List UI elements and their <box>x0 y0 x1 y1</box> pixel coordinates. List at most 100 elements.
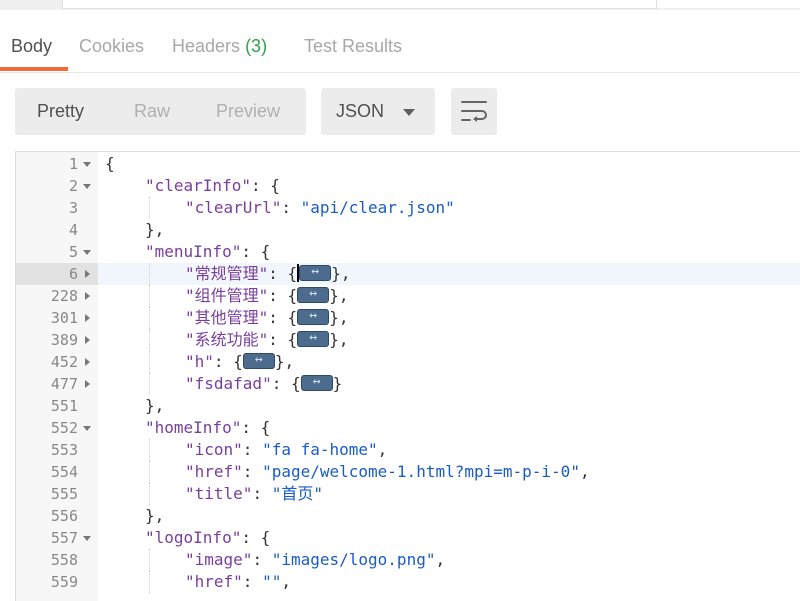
line-number: 551 <box>50 397 78 415</box>
json-punct: } <box>332 374 343 393</box>
code-text: }, <box>98 395 800 417</box>
collapsed-block-icon[interactable] <box>299 262 332 282</box>
fold-expanded-icon[interactable] <box>83 184 91 189</box>
json-punct: : { <box>268 330 298 349</box>
code-text: "h": {}, <box>98 350 800 373</box>
pretty-button[interactable]: Pretty <box>37 101 84 122</box>
line-number: 3 <box>68 199 78 217</box>
code-text: "fsdafad": {} <box>98 372 800 395</box>
line-number: 4 <box>68 221 78 239</box>
wrap-lines-icon <box>461 101 487 122</box>
view-mode-group: Pretty Raw Preview <box>15 88 306 135</box>
json-punct: }, <box>145 220 165 239</box>
headers-count-badge: (3) <box>245 36 268 56</box>
line-gutter-cell: 228 <box>16 285 98 307</box>
code-content: "logoInfo": { <box>145 528 270 547</box>
line-number: 228 <box>50 287 78 305</box>
json-key: "fsdafad" <box>185 374 272 393</box>
tab-body[interactable]: Body <box>11 36 52 57</box>
fold-collapsed-icon[interactable] <box>85 336 90 344</box>
line-number: 389 <box>50 331 78 349</box>
line-gutter-cell: 558 <box>16 549 98 571</box>
json-key: "image" <box>185 550 253 569</box>
code-line: 552 "homeInfo": { <box>16 417 800 439</box>
code-content: "常规管理": {}, <box>185 262 351 283</box>
collapsed-block-icon[interactable] <box>242 350 275 370</box>
format-select[interactable]: JSON <box>321 88 435 135</box>
code-text: "menuInfo": { <box>98 241 800 263</box>
json-key: "logoInfo" <box>145 528 242 547</box>
format-select-value: JSON <box>336 101 385 121</box>
json-key: "href" <box>185 462 243 481</box>
line-number: 452 <box>50 353 78 371</box>
code-content: "homeInfo": { <box>145 418 270 437</box>
fold-collapsed-icon[interactable] <box>85 292 90 300</box>
indent-guide <box>149 263 150 285</box>
code-text: "logoInfo": { <box>98 527 800 549</box>
code-text: "clearUrl": "api/clear.json" <box>98 197 800 219</box>
json-punct: }, <box>331 264 351 283</box>
json-punct: : { <box>241 528 271 547</box>
fold-collapsed-icon[interactable] <box>85 314 90 322</box>
fold-collapsed-icon[interactable] <box>85 380 90 388</box>
code-line: 551}, <box>16 395 800 417</box>
line-gutter-cell: 1 <box>16 153 98 175</box>
line-gutter-cell: 553 <box>16 439 98 461</box>
line-number: 1 <box>68 155 78 173</box>
code-line: 6 "常规管理": {}, <box>16 262 800 285</box>
json-punct: : { <box>250 176 280 195</box>
raw-button[interactable]: Raw <box>134 101 170 122</box>
tab-cookies[interactable]: Cookies <box>79 36 144 57</box>
indent-guide <box>149 439 150 461</box>
code-content: "h": {}, <box>185 350 294 371</box>
json-string: "page/welcome-1.html?mpi=m-p-i-0" <box>262 462 580 481</box>
fold-collapsed-icon[interactable] <box>85 358 90 366</box>
json-key: "其他管理" <box>185 308 269 327</box>
collapsed-block-icon[interactable] <box>297 306 330 326</box>
fold-expanded-icon[interactable] <box>83 250 91 255</box>
json-punct: }, <box>329 330 349 349</box>
code-text: "icon": "fa fa-home", <box>98 439 800 461</box>
fold-collapsed-icon[interactable] <box>85 270 90 278</box>
line-number: 5 <box>68 243 78 261</box>
response-body-editor[interactable]: 1{2 "clearInfo": {3 "clearUrl": "api/clear… <box>15 151 800 601</box>
line-gutter-cell: 477 <box>16 373 98 395</box>
collapsed-block-icon[interactable] <box>297 328 330 348</box>
code-text: "组件管理": {}, <box>98 284 800 307</box>
tab-test-results[interactable]: Test Results <box>304 36 402 57</box>
tab-headers[interactable]: Headers (3) <box>172 36 267 57</box>
wrap-lines-button[interactable] <box>451 88 497 135</box>
code-text: "系统功能": {}, <box>98 328 800 351</box>
fold-expanded-icon[interactable] <box>83 426 91 431</box>
json-punct: }, <box>145 506 165 525</box>
collapsed-block-icon[interactable] <box>297 284 330 304</box>
code-line: 554 "href": "page/welcome-1.html?mpi=m-p-… <box>16 461 800 483</box>
send-button-edge[interactable] <box>656 0 800 8</box>
collapsed-block-icon[interactable] <box>300 372 333 392</box>
json-punct: : { <box>268 264 298 283</box>
line-number: 557 <box>50 529 78 547</box>
code-content: { <box>105 154 115 173</box>
indent-guide <box>149 351 150 373</box>
indent-guide <box>149 483 150 505</box>
code-text: }, <box>98 219 800 241</box>
json-key: "menuInfo" <box>145 242 242 261</box>
request-bar-edge <box>0 0 800 10</box>
code-line: 389 "系统功能": {}, <box>16 328 800 351</box>
code-content: "image": "images/logo.png", <box>185 550 445 569</box>
json-key: "组件管理" <box>185 286 269 305</box>
line-number: 555 <box>50 485 78 503</box>
indent-guide <box>149 285 150 307</box>
code-line: 4}, <box>16 219 800 241</box>
fold-expanded-icon[interactable] <box>83 162 91 167</box>
fold-expanded-icon[interactable] <box>83 536 91 541</box>
json-string: "fa fa-home" <box>262 440 378 459</box>
preview-button[interactable]: Preview <box>216 101 280 122</box>
url-input-edge[interactable] <box>62 0 658 9</box>
json-punct: : <box>252 484 272 503</box>
code-text: "homeInfo": { <box>98 417 800 439</box>
code-content: "href": "page/welcome-1.html?mpi=m-p-i-0… <box>185 462 590 481</box>
json-punct: : <box>252 550 272 569</box>
line-number: 552 <box>50 419 78 437</box>
line-number: 2 <box>68 177 78 195</box>
